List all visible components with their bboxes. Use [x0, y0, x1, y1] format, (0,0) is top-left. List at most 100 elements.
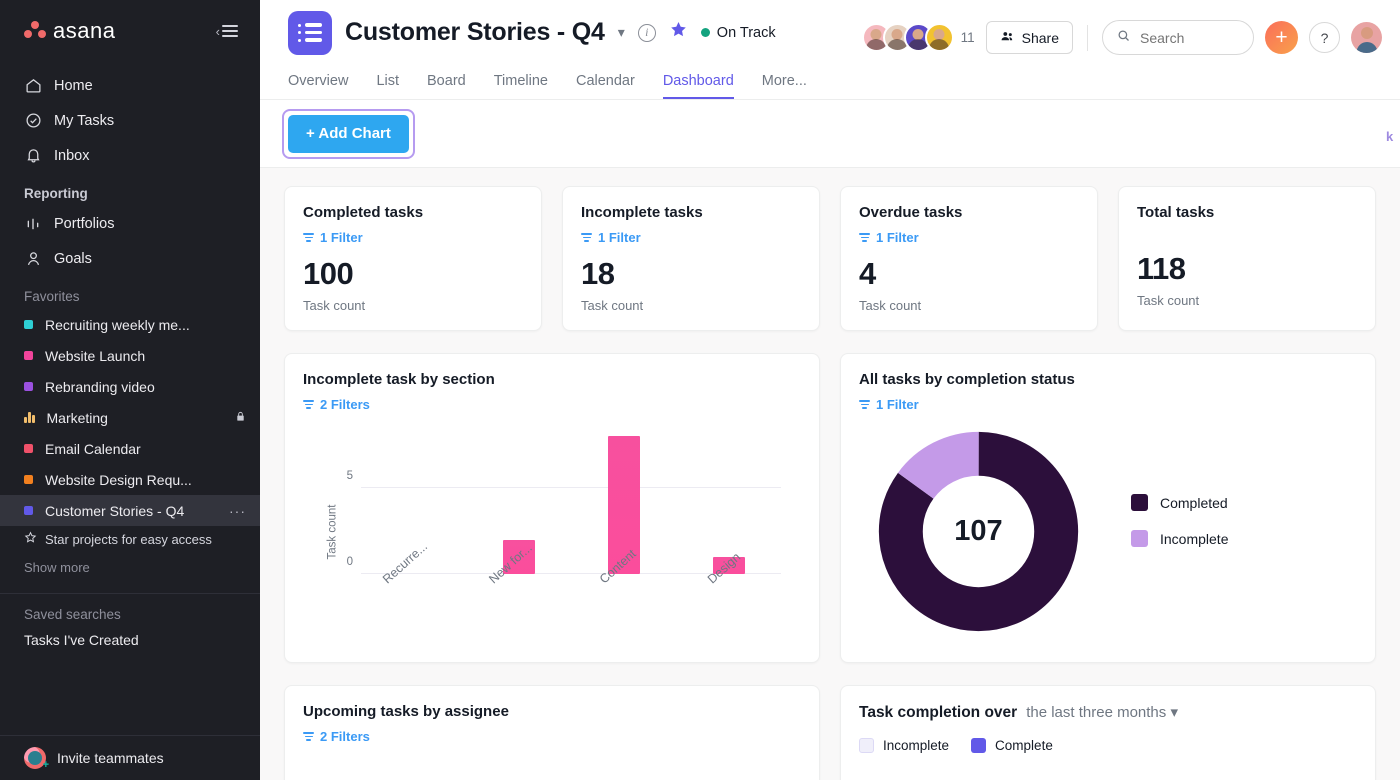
- tab-more[interactable]: More...: [762, 65, 807, 99]
- show-more-button[interactable]: Show more: [0, 552, 260, 583]
- legend-label: Incomplete: [883, 738, 949, 753]
- share-button[interactable]: Share: [986, 21, 1073, 54]
- legend-swatch: [1131, 530, 1148, 547]
- asana-dashboard-app: asana ‹ Home My Tasks: [0, 0, 1400, 780]
- stat-card-row: Completed tasks 1 Filter 100 Task count …: [284, 186, 1376, 331]
- sidebar-item-portfolios[interactable]: Portfolios: [0, 206, 260, 241]
- stat-subtitle: Task count: [303, 298, 523, 313]
- tab-list[interactable]: List: [376, 65, 399, 99]
- filter-icon: [303, 400, 314, 409]
- chevron-down-icon[interactable]: ▾: [618, 24, 625, 41]
- people-icon: [1000, 29, 1015, 47]
- asana-logo-icon: [24, 21, 46, 41]
- search-input[interactable]: [1140, 30, 1240, 46]
- collapse-sidebar-button[interactable]: ‹: [216, 25, 238, 38]
- filter-link[interactable]: 1 Filter: [859, 397, 1357, 412]
- task-completion-header: Task completion over the last three mont…: [859, 703, 1357, 722]
- stat-card-total-tasks[interactable]: Total tasks 118 Task count: [1118, 186, 1376, 331]
- filter-link[interactable]: 1 Filter: [581, 230, 801, 245]
- filter-link[interactable]: 2 Filters: [303, 729, 801, 744]
- page-title: Customer Stories - Q4: [345, 18, 605, 47]
- project-color-dot: [24, 351, 33, 360]
- sidebar-item-website-launch[interactable]: Website Launch: [0, 340, 260, 371]
- filter-link[interactable]: 1 Filter: [859, 230, 1079, 245]
- asana-wordmark: asana: [53, 18, 115, 44]
- star-outline-icon: [24, 531, 37, 547]
- hamburger-icon: [222, 25, 238, 37]
- chart-card-task-completion-over-time[interactable]: Task completion over the last three mont…: [840, 685, 1376, 780]
- member-avatars[interactable]: 11: [862, 23, 975, 52]
- tab-timeline[interactable]: Timeline: [494, 65, 548, 99]
- sidebar-item-customer-stories-q4[interactable]: Customer Stories - Q4 ···: [0, 495, 260, 526]
- donut-legend: Completed Incomplete: [1131, 494, 1228, 547]
- sidebar-item-label: Website Launch: [45, 348, 246, 364]
- chart-card-incomplete-task-by-section[interactable]: Incomplete task by section 2 Filters Tas…: [284, 353, 820, 663]
- sidebar-item-rebranding-video[interactable]: Rebranding video: [0, 371, 260, 402]
- plus-icon[interactable]: +: [1265, 21, 1298, 54]
- tab-board[interactable]: Board: [427, 65, 466, 99]
- time-range-label: the last three months: [1026, 704, 1166, 721]
- sidebar-item-label: My Tasks: [54, 113, 114, 129]
- search-icon: [1116, 28, 1131, 48]
- star-projects-label: Star projects for easy access: [45, 532, 212, 547]
- sidebar-item-recruiting-weekly[interactable]: Recruiting weekly me...: [0, 309, 260, 340]
- sidebar-item-goals[interactable]: Goals: [0, 241, 260, 276]
- stat-card-overdue-tasks[interactable]: Overdue tasks 1 Filter 4 Task count: [840, 186, 1098, 331]
- saved-searches-header: Saved searches: [0, 594, 260, 627]
- filter-label: 1 Filter: [598, 230, 641, 245]
- stat-value: 118: [1137, 251, 1357, 287]
- time-range-dropdown[interactable]: the last three months ▾: [1026, 703, 1178, 721]
- chevron-left-icon: ‹: [216, 25, 220, 38]
- card-title: Incomplete tasks: [581, 204, 801, 221]
- legend-swatch: [1131, 494, 1148, 511]
- invite-teammates-button[interactable]: + Invite teammates: [0, 735, 260, 780]
- overflow-menu-icon[interactable]: ···: [229, 503, 246, 519]
- stat-subtitle: Task count: [581, 298, 801, 313]
- edge-cut-off-icon[interactable]: k: [1386, 129, 1396, 144]
- bar-chart-icon: [24, 412, 35, 423]
- asana-logo[interactable]: asana: [24, 18, 115, 44]
- add-chart-button[interactable]: + Add Chart: [288, 115, 409, 153]
- user-avatar[interactable]: [1351, 22, 1382, 53]
- sidebar-item-label: Recruiting weekly me...: [45, 317, 246, 333]
- avatar[interactable]: [925, 23, 954, 52]
- project-color-dot: [24, 506, 33, 515]
- sidebar-item-marketing[interactable]: Marketing: [0, 402, 260, 433]
- chart-card-upcoming-tasks-by-assignee[interactable]: Upcoming tasks by assignee 2 Filters: [284, 685, 820, 780]
- sidebar-item-label: Rebranding video: [45, 379, 246, 395]
- filter-label: 1 Filter: [320, 230, 363, 245]
- sidebar-main-nav: Home My Tasks Inbox: [0, 62, 260, 173]
- tab-dashboard[interactable]: Dashboard: [663, 65, 734, 99]
- tab-overview[interactable]: Overview: [288, 65, 348, 99]
- help-button[interactable]: ?: [1309, 22, 1340, 53]
- sidebar-item-email-calendar[interactable]: Email Calendar: [0, 433, 260, 464]
- sidebar-item-label: Marketing: [47, 410, 224, 426]
- star-projects-hint[interactable]: Star projects for easy access: [0, 526, 260, 552]
- status-badge[interactable]: On Track: [701, 25, 776, 41]
- legend-item-completed[interactable]: Completed: [1131, 494, 1228, 511]
- search-box[interactable]: [1102, 20, 1254, 55]
- status-label: On Track: [717, 25, 776, 41]
- sidebar-item-label: Portfolios: [54, 216, 114, 232]
- filter-link[interactable]: 1 Filter: [303, 230, 523, 245]
- info-icon[interactable]: i: [638, 24, 656, 42]
- legend-item-incomplete[interactable]: Incomplete: [1131, 530, 1228, 547]
- stat-card-completed-tasks[interactable]: Completed tasks 1 Filter 100 Task count: [284, 186, 542, 331]
- tab-calendar[interactable]: Calendar: [576, 65, 635, 99]
- stat-card-incomplete-tasks[interactable]: Incomplete tasks 1 Filter 18 Task count: [562, 186, 820, 331]
- sidebar-item-tasks-ive-created[interactable]: Tasks I've Created: [0, 627, 260, 653]
- sidebar-item-website-design-requests[interactable]: Website Design Requ...: [0, 464, 260, 495]
- legend-item-incomplete[interactable]: Incomplete: [859, 738, 949, 753]
- star-filled-icon[interactable]: [669, 20, 688, 45]
- sidebar-item-label: Email Calendar: [45, 441, 246, 457]
- sidebar-item-inbox[interactable]: Inbox: [0, 138, 260, 173]
- lock-icon: [235, 410, 246, 426]
- share-label: Share: [1022, 30, 1059, 46]
- invite-teammates-label: Invite teammates: [57, 750, 164, 766]
- sidebar-item-home[interactable]: Home: [0, 68, 260, 103]
- chart-card-all-tasks-by-completion-status[interactable]: All tasks by completion status 1 Filter …: [840, 353, 1376, 663]
- sidebar-item-my-tasks[interactable]: My Tasks: [0, 103, 260, 138]
- legend-item-complete[interactable]: Complete: [971, 738, 1053, 753]
- legend-label: Complete: [995, 738, 1053, 753]
- dashboard-toolbar: + Add Chart k: [260, 100, 1400, 168]
